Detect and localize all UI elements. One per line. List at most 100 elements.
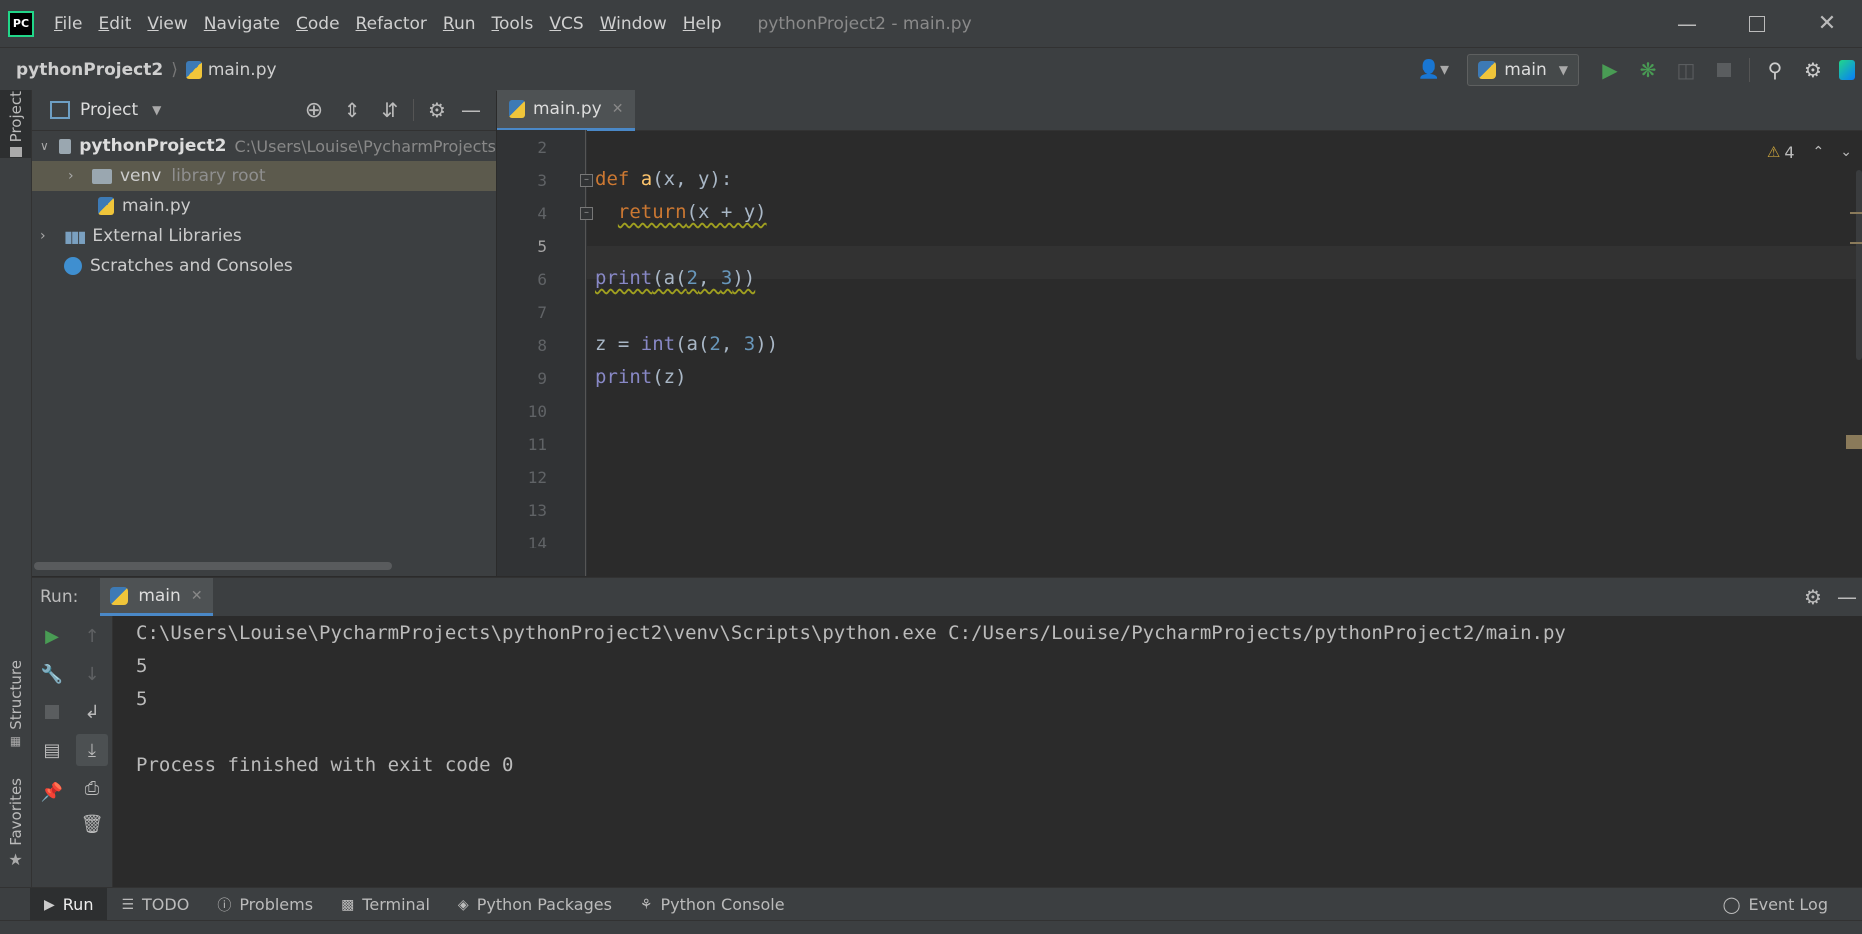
project-panel-header: Project ▼ ⊕ ⇕ ⇵ ⚙ — bbox=[32, 90, 496, 131]
tree-item-main-py[interactable]: main.py bbox=[32, 191, 496, 221]
hide-run-panel-icon[interactable]: — bbox=[1832, 585, 1862, 609]
breadcrumb-project[interactable]: pythonProject2 bbox=[16, 60, 163, 80]
debug-icon[interactable]: ❋ bbox=[1629, 58, 1667, 82]
coverage-icon[interactable]: ◫ bbox=[1667, 58, 1705, 82]
project-tool-tab[interactable]: Project bbox=[0, 90, 31, 158]
code-line-9[interactable]: print(z) bbox=[595, 366, 687, 388]
tree-item-path: C:\Users\Louise\PycharmProjects bbox=[234, 136, 496, 156]
structure-tool-tab[interactable]: Structure ▦ bbox=[0, 660, 31, 750]
scroll-up-icon[interactable]: ↑ bbox=[80, 624, 104, 648]
menu-window[interactable]: Window bbox=[600, 14, 667, 34]
line-number: 13 bbox=[527, 501, 547, 520]
code-line-3[interactable]: def a(x, y): bbox=[595, 168, 732, 190]
console-line-exit: Process finished with exit code 0 bbox=[136, 754, 514, 776]
menu-vcs[interactable]: VCS bbox=[549, 14, 583, 34]
run-icon[interactable]: ▶ bbox=[1591, 58, 1629, 82]
maximize-icon[interactable] bbox=[1722, 15, 1792, 32]
jetbrains-toolbox-icon[interactable] bbox=[1832, 59, 1862, 80]
rerun-icon[interactable]: ▶ bbox=[40, 624, 64, 648]
tool-tab-event-log[interactable]: ◯ Event Log bbox=[1709, 888, 1842, 921]
run-settings-gear-icon[interactable]: ⚙ bbox=[1794, 585, 1832, 609]
chevron-right-icon[interactable]: › bbox=[40, 228, 54, 244]
tool-tab-label: Event Log bbox=[1748, 895, 1829, 914]
tree-item-external-libraries[interactable]: › ▮▮▮ External Libraries bbox=[32, 221, 496, 251]
close-tab-icon[interactable]: ✕ bbox=[191, 588, 203, 604]
folder-icon bbox=[92, 168, 112, 184]
run-tab-main[interactable]: main ✕ bbox=[100, 578, 213, 616]
layout-icon[interactable]: ▤ bbox=[40, 738, 64, 762]
code-line-6[interactable]: print(a(2, 3)) bbox=[595, 267, 755, 289]
next-highlight-icon[interactable]: ⌄ bbox=[1840, 144, 1852, 160]
tree-item-project-root[interactable]: ∨ pythonProject2 C:\Users\Louise\Pycharm… bbox=[32, 131, 496, 161]
project-view-selector[interactable]: Project bbox=[80, 100, 138, 120]
settings-gear-icon[interactable]: ⚙ bbox=[1794, 58, 1832, 82]
horizontal-scrollbar[interactable] bbox=[34, 562, 392, 570]
scroll-to-end-icon[interactable]: ⤓ bbox=[76, 734, 108, 766]
menu-edit[interactable]: Edit bbox=[98, 14, 131, 34]
tree-item-venv[interactable]: › venv library root bbox=[32, 161, 496, 191]
menu-view[interactable]: View bbox=[147, 14, 187, 34]
soft-wrap-icon[interactable]: ↲ bbox=[80, 700, 104, 724]
user-icon[interactable]: 👤▾ bbox=[1411, 59, 1455, 80]
pycharm-logo[interactable]: PC bbox=[8, 10, 34, 37]
editor-tab-main-py[interactable]: main.py ✕ bbox=[497, 90, 636, 131]
menu-help[interactable]: Help bbox=[683, 14, 722, 34]
menu-run[interactable]: Run bbox=[443, 14, 476, 34]
tool-tab-problems[interactable]: ⓘ Problems bbox=[203, 888, 327, 921]
tool-tab-python-console[interactable]: ⚘ Python Console bbox=[626, 888, 799, 921]
scroll-down-icon[interactable]: ↓ bbox=[80, 662, 104, 686]
print-icon[interactable]: ⎙ bbox=[80, 776, 104, 800]
dropdown-arrow-icon: ▼ bbox=[1558, 62, 1568, 77]
tool-tab-python-packages[interactable]: ◈ Python Packages bbox=[444, 888, 626, 921]
previous-highlight-icon[interactable]: ⌃ bbox=[1813, 144, 1825, 160]
hide-panel-icon[interactable]: — bbox=[456, 98, 486, 122]
inspection-widget[interactable]: ⚠ 4 ⌃ ⌄ bbox=[1767, 140, 1852, 164]
tool-tab-label: Python Console bbox=[660, 895, 785, 914]
breadcrumb-file[interactable]: main.py bbox=[208, 60, 277, 80]
stop-icon[interactable] bbox=[40, 700, 64, 724]
tool-tab-run[interactable]: ▶ Run bbox=[30, 888, 108, 921]
close-tab-icon[interactable]: ✕ bbox=[612, 101, 624, 117]
problems-info-icon: ⓘ bbox=[217, 897, 232, 914]
menu-tools[interactable]: Tools bbox=[492, 14, 534, 34]
libraries-icon: ▮▮▮ bbox=[64, 226, 86, 246]
edit-config-wrench-icon[interactable]: 🔧 bbox=[40, 662, 64, 686]
panel-settings-icon[interactable]: ⚙ bbox=[418, 98, 456, 122]
star-icon: ★ bbox=[8, 849, 23, 869]
run-config-name: main bbox=[1504, 59, 1547, 80]
fold-marker-icon[interactable]: – bbox=[580, 174, 593, 187]
tool-tab-todo[interactable]: ☰ TODO bbox=[107, 888, 203, 921]
warning-stripe[interactable] bbox=[1850, 242, 1862, 244]
collapse-all-icon[interactable]: ⇵ bbox=[371, 98, 409, 122]
dropdown-arrow-icon[interactable]: ▼ bbox=[152, 103, 161, 117]
python-file-icon bbox=[98, 197, 114, 215]
search-icon[interactable]: ⚲ bbox=[1756, 58, 1794, 82]
menu-navigate[interactable]: Navigate bbox=[204, 14, 280, 34]
vertical-scrollbar[interactable] bbox=[1856, 170, 1862, 360]
favorites-tool-tab[interactable]: Favorites ★ bbox=[0, 778, 31, 878]
code-line-8[interactable]: z = int(a(2, 3)) bbox=[595, 333, 778, 355]
stop-icon[interactable] bbox=[1705, 62, 1743, 77]
expand-all-icon[interactable]: ⇕ bbox=[333, 98, 371, 122]
line-number: 12 bbox=[527, 468, 547, 487]
chevron-right-icon[interactable]: › bbox=[68, 168, 82, 184]
clear-all-trash-icon[interactable]: 🗑 bbox=[80, 812, 104, 836]
fold-marker-icon[interactable]: – bbox=[580, 207, 593, 220]
warning-stripe[interactable] bbox=[1850, 212, 1862, 214]
locate-file-icon[interactable]: ⊕ bbox=[295, 98, 333, 123]
chevron-right-icon: ⟩ bbox=[171, 59, 178, 80]
close-window-icon[interactable]: ✕ bbox=[1792, 11, 1862, 36]
tree-item-scratches[interactable]: Scratches and Consoles bbox=[32, 251, 496, 281]
warning-stripe[interactable] bbox=[1846, 435, 1862, 449]
menu-code[interactable]: Code bbox=[296, 14, 340, 34]
code-line-4[interactable]: return(x + y) bbox=[595, 201, 767, 223]
pin-tab-icon[interactable]: 📌 bbox=[40, 780, 64, 804]
menu-refactor[interactable]: Refactor bbox=[356, 14, 427, 34]
window-title: pythonProject2 - main.py bbox=[757, 13, 972, 34]
menu-file[interactable]: File bbox=[54, 14, 82, 34]
tool-tab-label: TODO bbox=[142, 895, 190, 914]
run-config-selector[interactable]: main ▼ bbox=[1467, 53, 1579, 86]
chevron-down-icon[interactable]: ∨ bbox=[40, 139, 49, 153]
minimize-icon[interactable]: — bbox=[1652, 12, 1722, 36]
tool-tab-terminal[interactable]: ▩ Terminal bbox=[327, 888, 444, 921]
